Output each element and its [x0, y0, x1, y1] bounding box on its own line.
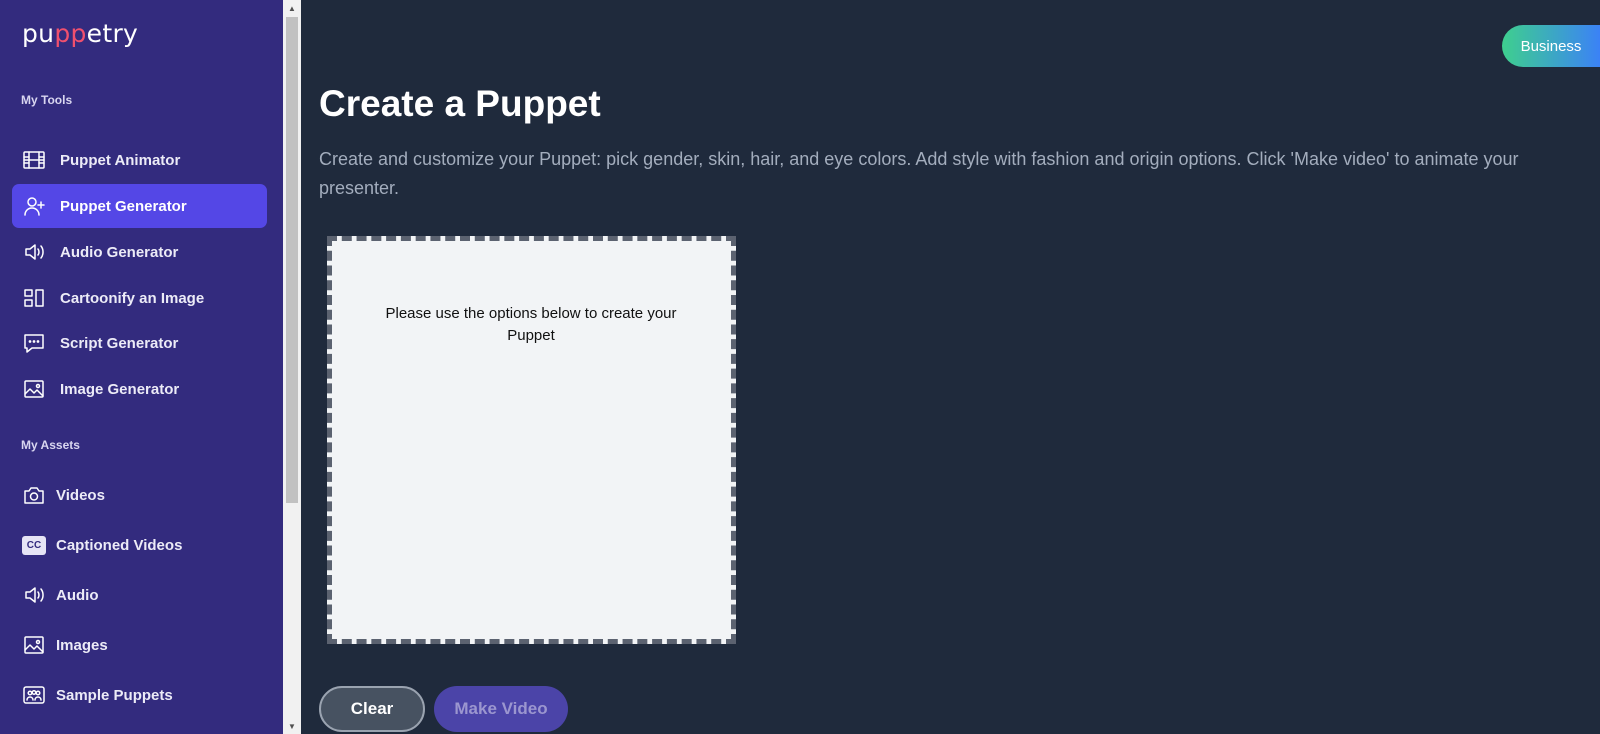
puppetry-logo[interactable]: pu pp etry [22, 14, 138, 48]
sidebar-item-label: Puppet Animator [60, 151, 181, 169]
sidebar-item-label: Images [56, 636, 108, 654]
sidebar-item-images[interactable]: Images [12, 623, 267, 667]
sidebar-item-sample-puppets[interactable]: Sample Puppets [12, 673, 267, 717]
make-video-button[interactable]: Make Video [434, 686, 568, 732]
sidebar-item-videos[interactable]: Videos [12, 473, 267, 517]
sidebar-item-label: Audio [56, 586, 99, 604]
sidebar-item-label: Image Generator [60, 380, 180, 398]
sidebar-item-script-generator[interactable]: Script Generator [12, 321, 267, 365]
page-title: Create a Puppet [319, 83, 601, 124]
sidebar-item-label: Captioned Videos [56, 536, 183, 554]
logo-text-start: pu [22, 19, 55, 48]
cc-badge: CC [22, 535, 46, 555]
app-root: pu pp etry My Tools Puppet Animator Puppet… [0, 0, 1600, 734]
logo-text-accent: pp [54, 19, 87, 48]
chat-bubble-icon [21, 330, 47, 356]
scroll-thumb[interactable] [286, 17, 298, 503]
image-icon [21, 376, 47, 402]
sidebar-item-audio-generator[interactable]: Audio Generator [12, 230, 267, 274]
page-subtitle: Create and customize your Puppet: pick g… [319, 149, 1519, 198]
sidebar-item-cartoonify[interactable]: Cartoonify an Image [12, 276, 267, 320]
user-plus-icon [21, 193, 47, 219]
sidebar-item-audio[interactable]: Audio [12, 573, 267, 617]
sidebar-item-label: Script Generator [60, 334, 179, 352]
group-icon [21, 682, 47, 708]
sidebar-item-puppet-generator[interactable]: Puppet Generator [12, 184, 267, 228]
film-icon [21, 147, 47, 173]
my-tools-heading: My Tools [21, 93, 73, 107]
my-assets-heading: My Assets [21, 438, 80, 452]
main-content: Business Create a Puppet Create and cust… [301, 0, 1600, 734]
plan-badge[interactable]: Business [1502, 25, 1600, 67]
layout-icon [21, 285, 47, 311]
camera-icon [21, 482, 47, 508]
scroll-down-arrow-icon[interactable]: ▼ [283, 718, 301, 734]
speaker-icon [21, 582, 47, 608]
image-icon [21, 632, 47, 658]
sidebar-item-image-generator[interactable]: Image Generator [12, 367, 267, 411]
sidebar-item-captioned-videos[interactable]: CC Captioned Videos [12, 523, 267, 567]
sidebar-item-label: Audio Generator [60, 243, 179, 261]
sidebar-item-label: Cartoonify an Image [60, 289, 205, 307]
preview-placeholder-text: Please use the options below to create y… [385, 305, 677, 344]
clear-button[interactable]: Clear [319, 686, 425, 732]
cc-icon: CC [21, 532, 47, 558]
speaker-icon [21, 239, 47, 265]
sidebar-item-puppet-animator[interactable]: Puppet Animator [12, 138, 267, 182]
logo-text-end: etry [86, 19, 139, 48]
sidebar-scrollbar[interactable]: ▲ ▼ [283, 0, 301, 734]
sidebar-item-label: Sample Puppets [56, 686, 173, 704]
sidebar-item-label: Videos [56, 486, 105, 504]
sidebar: pu pp etry My Tools Puppet Animator Puppet… [0, 0, 283, 734]
scroll-up-arrow-icon[interactable]: ▲ [283, 0, 301, 16]
sidebar-item-label: Puppet Generator [60, 197, 187, 215]
puppet-preview-area: Please use the options below to create y… [327, 236, 736, 644]
